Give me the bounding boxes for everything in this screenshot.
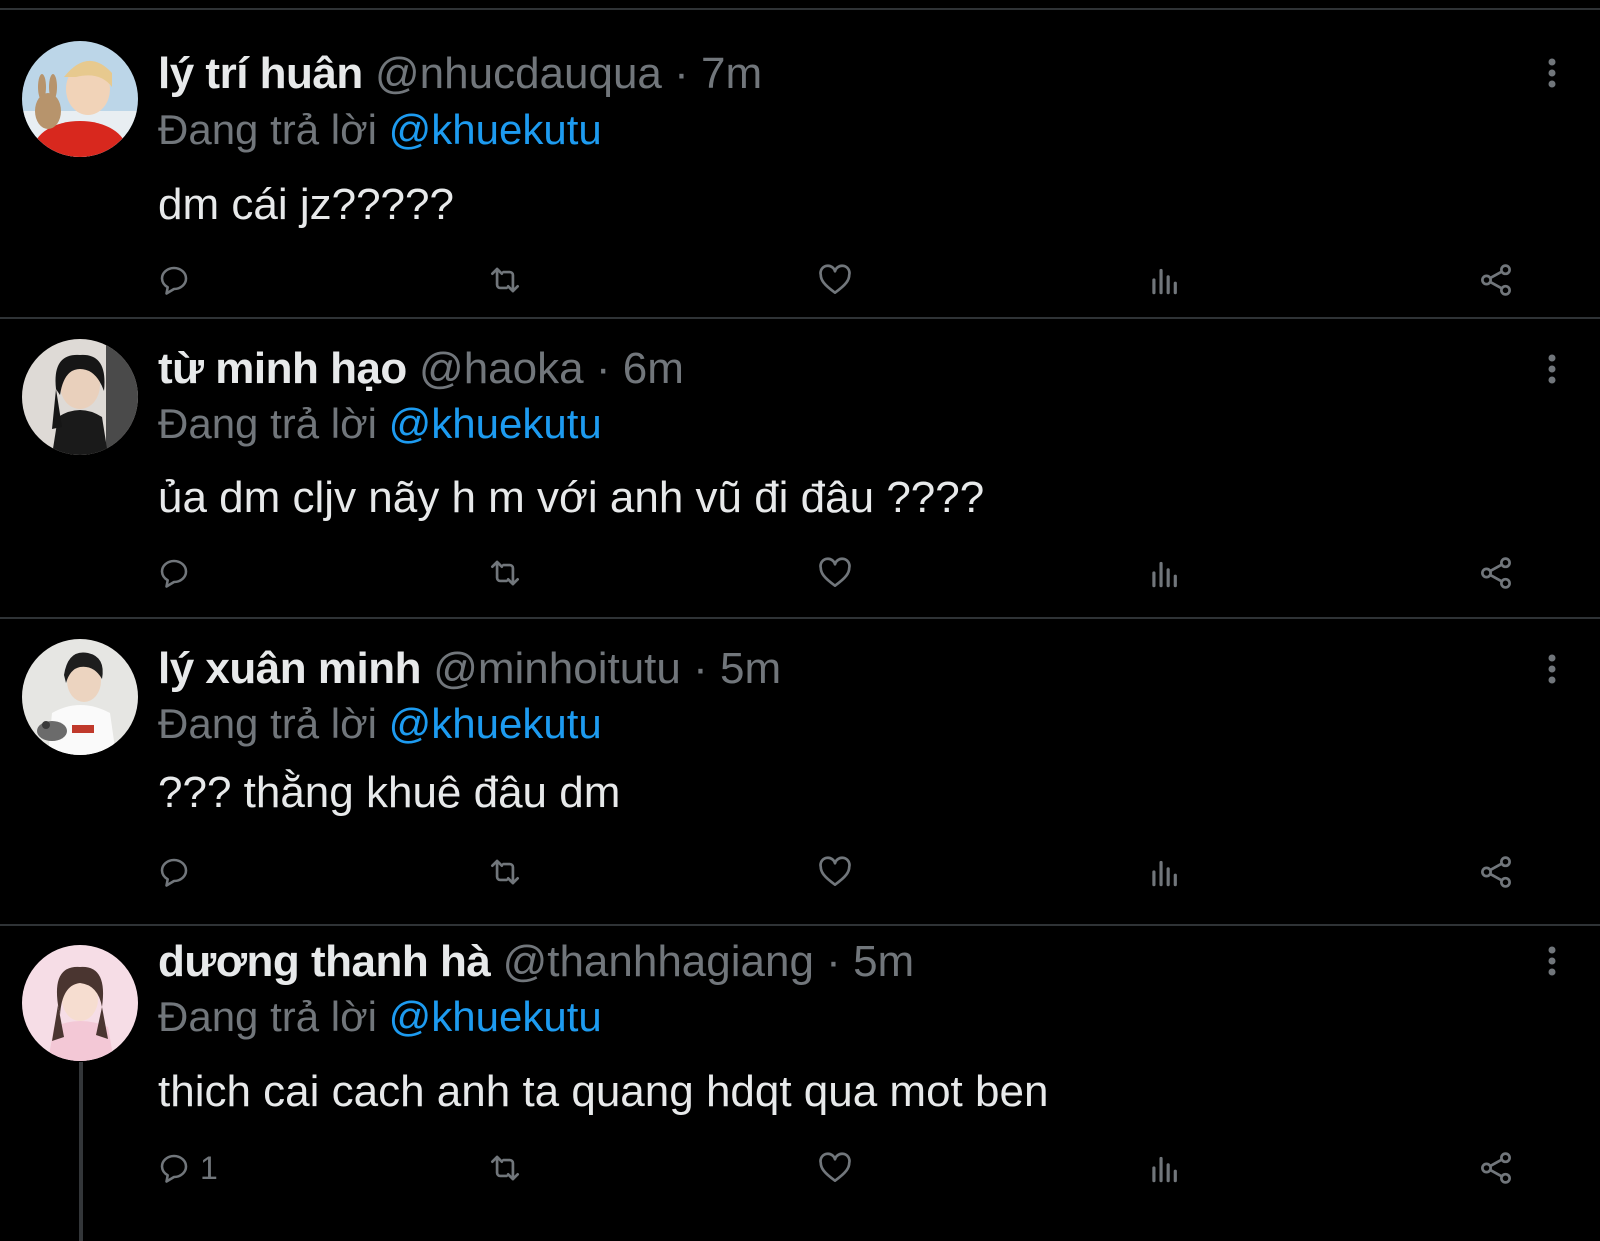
avatar[interactable] bbox=[22, 339, 138, 455]
like-button[interactable] bbox=[816, 553, 854, 593]
reply-mention-link[interactable]: @khuekutu bbox=[389, 700, 602, 747]
user-handle[interactable]: @nhucdauqua bbox=[375, 49, 662, 98]
views-icon bbox=[1146, 554, 1184, 592]
display-name[interactable]: lý xuân minh bbox=[158, 644, 421, 693]
reply-count: 1 bbox=[200, 1149, 218, 1186]
reply-mention-link[interactable]: @khuekutu bbox=[389, 993, 602, 1040]
share-icon bbox=[1477, 261, 1515, 299]
display-name[interactable]: lý trí huân bbox=[158, 49, 363, 98]
reply-icon bbox=[156, 262, 192, 298]
more-icon[interactable] bbox=[1540, 652, 1564, 688]
share-button[interactable] bbox=[1477, 1148, 1515, 1188]
views-icon bbox=[1146, 1149, 1184, 1187]
retweet-icon bbox=[486, 261, 524, 299]
tweet-text: ủa dm cljv nãy h m với anh vũ đi đâu ???… bbox=[158, 473, 985, 522]
tweet-item[interactable]: từ minh hạo @haoka · 6m Đang trả lời @kh… bbox=[0, 319, 1600, 619]
reply-button[interactable] bbox=[156, 852, 200, 892]
share-icon bbox=[1477, 1149, 1515, 1187]
views-button[interactable] bbox=[1146, 553, 1184, 593]
avatar[interactable] bbox=[22, 639, 138, 755]
user-handle[interactable]: @thanhhagiang bbox=[503, 937, 814, 986]
more-icon[interactable] bbox=[1540, 352, 1564, 388]
reply-prefix: Đang trả lời bbox=[158, 400, 377, 447]
timestamp[interactable]: 5m bbox=[853, 937, 914, 986]
tweet-header: từ minh hạo @haoka · 6m bbox=[158, 343, 684, 395]
replying-to: Đang trả lời @khuekutu bbox=[158, 992, 602, 1042]
tweet-text: thich cai cach anh ta quang hdqt qua mot… bbox=[158, 1067, 1049, 1116]
share-icon bbox=[1477, 853, 1515, 891]
views-icon bbox=[1146, 261, 1184, 299]
tweet-header: dương thanh hà @thanhhagiang · 5m bbox=[158, 936, 914, 988]
retweet-button[interactable] bbox=[486, 260, 524, 300]
display-name[interactable]: dương thanh hà bbox=[158, 937, 491, 986]
reply-prefix: Đang trả lời bbox=[158, 993, 377, 1040]
views-button[interactable] bbox=[1146, 852, 1184, 892]
separator-dot: · bbox=[674, 49, 689, 98]
retweet-icon bbox=[486, 554, 524, 592]
user-handle[interactable]: @haoka bbox=[419, 344, 584, 393]
like-icon bbox=[816, 261, 854, 299]
reply-icon bbox=[156, 854, 192, 890]
tweet-item[interactable]: dương thanh hà @thanhhagiang · 5m Đang t… bbox=[0, 926, 1600, 1241]
retweet-icon bbox=[486, 1149, 524, 1187]
separator-dot: · bbox=[595, 344, 611, 393]
like-icon bbox=[816, 1149, 854, 1187]
separator-dot: · bbox=[693, 644, 708, 693]
retweet-icon bbox=[486, 853, 524, 891]
reply-icon bbox=[156, 555, 192, 591]
reply-prefix: Đang trả lời bbox=[158, 700, 377, 747]
views-button[interactable] bbox=[1146, 260, 1184, 300]
like-icon bbox=[816, 853, 854, 891]
timestamp[interactable]: 7m bbox=[701, 49, 762, 98]
retweet-button[interactable] bbox=[486, 852, 524, 892]
like-button[interactable] bbox=[816, 260, 854, 300]
views-icon bbox=[1146, 853, 1184, 891]
replying-to: Đang trả lời @khuekutu bbox=[158, 399, 602, 449]
tweet-header: lý xuân minh @minhoitutu · 5m bbox=[158, 643, 781, 695]
share-button[interactable] bbox=[1477, 553, 1515, 593]
like-icon bbox=[816, 554, 854, 592]
reply-prefix: Đang trả lời bbox=[158, 106, 377, 153]
reply-icon bbox=[156, 1150, 192, 1186]
like-button[interactable] bbox=[816, 852, 854, 892]
separator-dot: · bbox=[826, 937, 841, 986]
timestamp[interactable]: 5m bbox=[720, 644, 781, 693]
thread-connector-line bbox=[79, 1062, 83, 1241]
tweet-item[interactable]: lý trí huân @nhucdauqua · 7m Đang trả lờ… bbox=[0, 10, 1600, 319]
replying-to: Đang trả lời @khuekutu bbox=[158, 105, 602, 155]
avatar[interactable] bbox=[22, 41, 138, 157]
more-icon[interactable] bbox=[1540, 944, 1564, 980]
avatar[interactable] bbox=[22, 945, 138, 1061]
reply-button[interactable]: 1 bbox=[156, 1148, 218, 1188]
tweet-header: lý trí huân @nhucdauqua · 7m bbox=[158, 48, 762, 100]
display-name[interactable]: từ minh hạo bbox=[158, 344, 407, 393]
retweet-button[interactable] bbox=[486, 553, 524, 593]
tweet-item[interactable]: lý xuân minh @minhoitutu · 5m Đang trả l… bbox=[0, 619, 1600, 926]
reply-mention-link[interactable]: @khuekutu bbox=[389, 106, 602, 153]
user-handle[interactable]: @minhoitutu bbox=[433, 644, 681, 693]
share-button[interactable] bbox=[1477, 260, 1515, 300]
share-icon bbox=[1477, 554, 1515, 592]
share-button[interactable] bbox=[1477, 852, 1515, 892]
reply-button[interactable] bbox=[156, 553, 200, 593]
tweet-text: dm cái jz????? bbox=[158, 180, 454, 229]
like-button[interactable] bbox=[816, 1148, 854, 1188]
reply-mention-link[interactable]: @khuekutu bbox=[389, 400, 602, 447]
more-icon[interactable] bbox=[1540, 56, 1564, 92]
reply-button[interactable] bbox=[156, 260, 200, 300]
replying-to: Đang trả lời @khuekutu bbox=[158, 699, 602, 749]
retweet-button[interactable] bbox=[486, 1148, 524, 1188]
timestamp[interactable]: 6m bbox=[623, 344, 684, 393]
tweet-text: ??? thằng khuê đâu dm bbox=[158, 768, 621, 817]
views-button[interactable] bbox=[1146, 1148, 1184, 1188]
